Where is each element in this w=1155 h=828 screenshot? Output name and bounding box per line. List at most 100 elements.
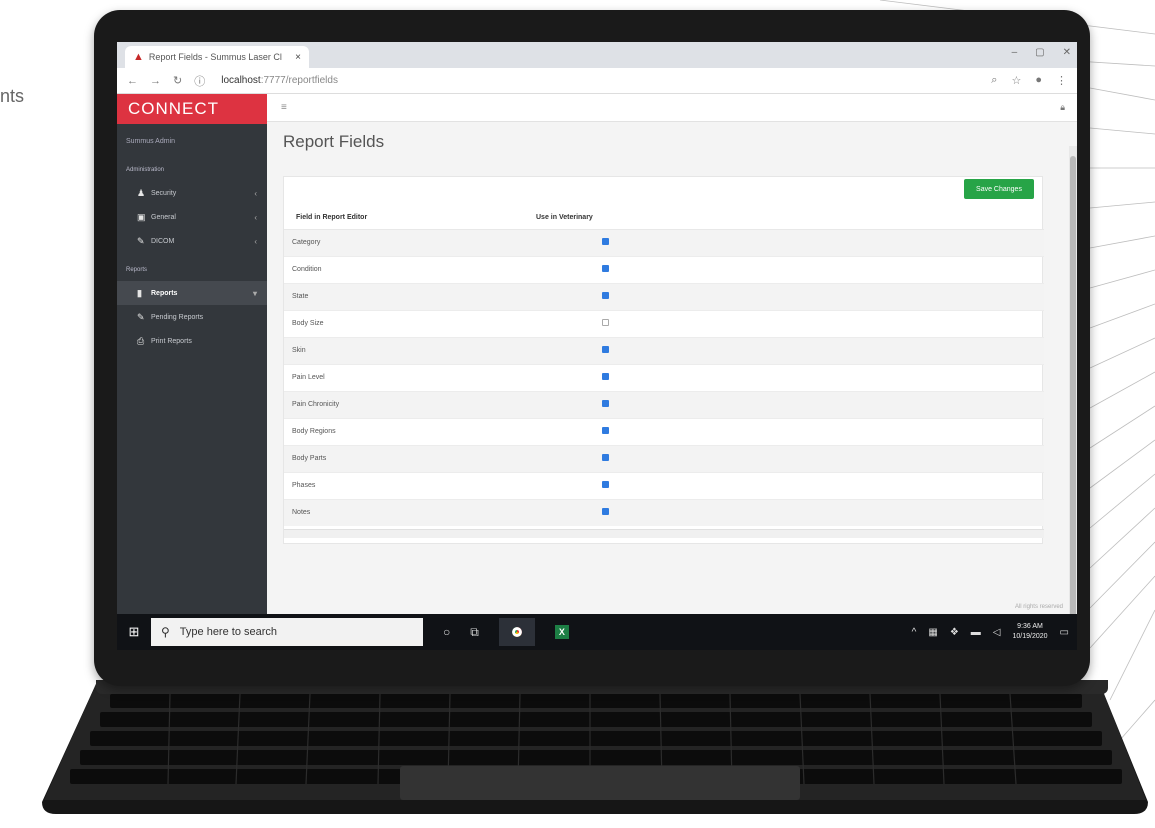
forward-icon[interactable]: → xyxy=(150,75,161,87)
use-in-veterinary-checkbox[interactable] xyxy=(602,265,609,272)
sidebar-item-label: Security xyxy=(151,189,177,197)
field-name-cell: Skin xyxy=(284,336,524,364)
use-in-veterinary-cell xyxy=(524,417,1044,445)
use-in-veterinary-checkbox[interactable] xyxy=(602,319,609,326)
section-reports: Reports xyxy=(126,267,148,273)
use-in-veterinary-checkbox[interactable] xyxy=(602,373,609,380)
sidebar-item-label: Pending Reports xyxy=(151,313,204,321)
user-name: Summus Admin xyxy=(126,138,176,145)
use-in-veterinary-checkbox[interactable] xyxy=(602,481,609,488)
clock[interactable]: 9:36 AM 10/19/2020 xyxy=(1013,622,1048,642)
browser-tab-bar: ▲ Report Fields - Summus Laser Cl × – ▢ … xyxy=(117,42,1077,68)
maximize-button[interactable]: ▢ xyxy=(1035,47,1044,58)
table-row: Body Size xyxy=(284,309,1044,337)
report-fields-card: Save Changes Field in Report Editor Use … xyxy=(283,176,1044,544)
footer-text: All rights reserved xyxy=(1014,604,1063,610)
use-in-veterinary-cell xyxy=(524,336,1044,364)
chevron-up-icon[interactable]: ^ xyxy=(912,627,917,638)
field-name-cell: Pain Level xyxy=(284,363,524,391)
page-title: Report Fields xyxy=(283,132,385,151)
taskbar-apps: ○ ⧉ X xyxy=(443,618,569,646)
building-icon: ▣ xyxy=(137,211,146,222)
profile-icon[interactable]: ● xyxy=(1035,74,1042,87)
chevron-left-icon: ‹ xyxy=(254,236,257,246)
report-fields-table: Field in Report Editor Use in Veterinary… xyxy=(284,207,1044,526)
use-in-veterinary-cell xyxy=(524,282,1044,310)
use-in-veterinary-checkbox[interactable] xyxy=(602,427,609,434)
use-in-veterinary-checkbox[interactable] xyxy=(602,400,609,407)
use-in-veterinary-cell xyxy=(524,363,1044,391)
save-changes-button[interactable]: Save Changes xyxy=(964,179,1034,199)
sidebar-item-general[interactable]: ▣ General ‹ xyxy=(117,205,267,229)
close-icon[interactable]: × xyxy=(295,52,301,63)
field-name-cell: Notes xyxy=(284,498,524,526)
taskbar-search[interactable]: ⚲ Type here to search xyxy=(151,618,423,646)
battery-icon[interactable]: ▬ xyxy=(971,627,981,638)
task-view-icon[interactable]: ⧉ xyxy=(470,625,479,640)
field-name-cell: Pain Chronicity xyxy=(284,390,524,418)
section-administration: Administration xyxy=(126,167,165,173)
sidebar-item-label: General xyxy=(151,213,176,221)
table-header-row: Field in Report Editor Use in Veterinary xyxy=(284,207,1044,230)
table-row: Body Regions xyxy=(284,417,1044,445)
info-icon[interactable]: ⓘ xyxy=(194,73,205,89)
use-in-veterinary-checkbox[interactable] xyxy=(602,238,609,245)
tab-title: Report Fields - Summus Laser Cl xyxy=(148,52,282,62)
zoom-icon[interactable]: ⌕ xyxy=(991,74,997,87)
chevron-down-icon: ▾ xyxy=(252,288,257,298)
product-photo: nts ▲ Report Fields - Summus Laser Cl × … xyxy=(0,0,1155,828)
horizontal-scrollbar[interactable] xyxy=(284,529,1044,538)
warning-icon: ▲ xyxy=(133,51,144,63)
sidebar-item-reports[interactable]: ▮ Reports ▾ xyxy=(117,281,267,305)
users-icon: ♟ xyxy=(137,187,146,198)
print-icon: ⎙ xyxy=(137,335,145,346)
window-controls: – ▢ ✕ xyxy=(1012,47,1071,58)
search-icon: ⚲ xyxy=(161,625,170,639)
dropbox-icon[interactable]: ❖ xyxy=(950,627,959,638)
address-bar-actions: ⌕ ☆ ● ⋮ xyxy=(991,74,1067,87)
use-in-veterinary-cell xyxy=(524,471,1044,499)
use-in-veterinary-checkbox[interactable] xyxy=(602,292,609,299)
network-icon[interactable]: ▦ xyxy=(928,627,937,638)
use-in-veterinary-checkbox[interactable] xyxy=(602,508,609,516)
use-in-veterinary-cell xyxy=(524,444,1044,472)
use-in-veterinary-checkbox[interactable] xyxy=(602,454,609,461)
browser-tab[interactable]: ▲ Report Fields - Summus Laser Cl × xyxy=(125,46,309,68)
sidebar-item-security[interactable]: ♟ Security ‹ xyxy=(117,181,267,205)
close-window-button[interactable]: ✕ xyxy=(1063,47,1071,58)
url-path: :7777/reportfields xyxy=(260,75,338,86)
sidebar-item-pending-reports[interactable]: ✎ Pending Reports xyxy=(117,305,267,329)
field-name-cell: Category xyxy=(284,228,524,256)
table-row: Pain Level xyxy=(284,363,1044,391)
cortana-icon[interactable]: ○ xyxy=(443,625,450,639)
table-body: Category Condition State Body Size Skin Pain … xyxy=(284,228,1044,526)
sidebar-item-dicom[interactable]: ✎ DICOM ‹ xyxy=(117,229,267,253)
lock-icon[interactable]: 🔒︎ xyxy=(1060,102,1065,113)
field-name-cell: Body Parts xyxy=(284,444,524,472)
minimize-button[interactable]: – xyxy=(1012,47,1018,58)
table-row: Skin xyxy=(284,336,1044,364)
excel-icon[interactable]: X xyxy=(554,625,569,639)
use-in-veterinary-checkbox[interactable] xyxy=(602,346,609,353)
url-field[interactable]: localhost:7777/reportfields xyxy=(221,75,338,86)
scrollbar-thumb[interactable] xyxy=(1070,156,1076,636)
clock-time: 9:36 AM xyxy=(1017,623,1043,630)
menu-icon[interactable]: ⋮ xyxy=(1056,74,1067,87)
field-name-cell: Body Size xyxy=(284,309,524,337)
field-name-cell: State xyxy=(284,282,524,310)
star-icon[interactable]: ☆ xyxy=(1011,74,1021,87)
windows-start-icon[interactable]: ⊞ xyxy=(117,624,151,640)
sidebar-item-print-reports[interactable]: ⎙ Print Reports xyxy=(117,329,267,353)
notifications-icon[interactable]: ▭ xyxy=(1060,627,1069,638)
reload-icon[interactable]: ↻ xyxy=(173,74,182,87)
back-icon[interactable]: ← xyxy=(127,75,138,87)
column-header-use: Use in Veterinary xyxy=(524,207,1044,230)
chrome-taskbar-button[interactable] xyxy=(498,618,535,646)
brand-logo[interactable]: CONNECT xyxy=(117,94,267,124)
vertical-scrollbar[interactable] xyxy=(1069,146,1077,650)
chevron-left-icon: ‹ xyxy=(254,188,257,198)
volume-icon[interactable]: ◁ xyxy=(993,627,1001,638)
wrench-icon: ✎ xyxy=(137,235,145,246)
hamburger-icon[interactable]: ≡ xyxy=(281,102,287,113)
windows-taskbar: ⊞ ⚲ Type here to search ○ ⧉ X ^ ▦ ❖ ▬ ◁ … xyxy=(117,614,1077,650)
